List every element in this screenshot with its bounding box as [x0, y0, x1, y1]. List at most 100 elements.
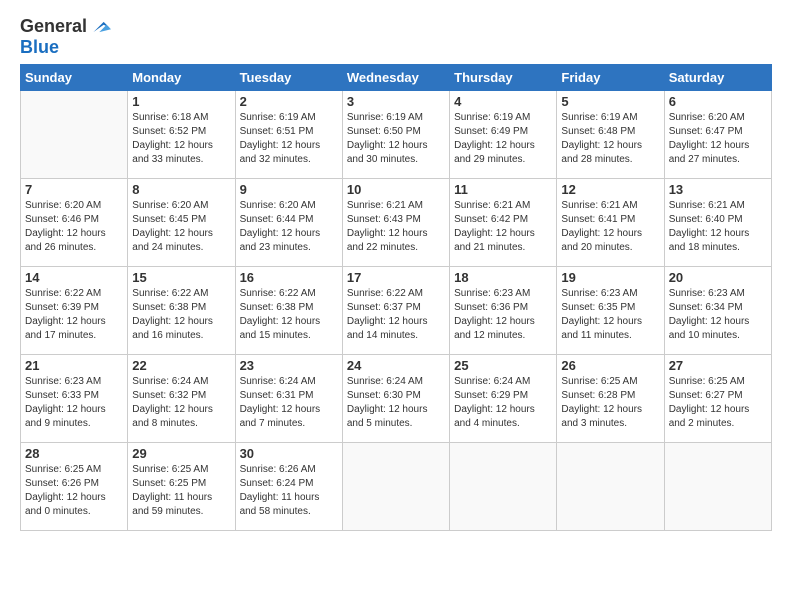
- day-info: Sunrise: 6:21 AM Sunset: 6:41 PM Dayligh…: [561, 199, 659, 255]
- calendar-cell: 4 Sunrise: 6:19 AM Sunset: 6:49 PM Daylig…: [450, 90, 557, 178]
- calendar-cell: [450, 442, 557, 530]
- day-info: Sunrise: 6:19 AM Sunset: 6:48 PM Dayligh…: [561, 111, 659, 167]
- day-info: Sunrise: 6:24 AM Sunset: 6:29 PM Dayligh…: [454, 375, 552, 431]
- calendar-cell: 15 Sunrise: 6:22 AM Sunset: 6:38 PM Dayli…: [128, 266, 235, 354]
- day-number: 7: [25, 182, 123, 197]
- calendar-cell: 20 Sunrise: 6:23 AM Sunset: 6:34 PM Dayli…: [664, 266, 771, 354]
- calendar-cell: 13 Sunrise: 6:21 AM Sunset: 6:40 PM Dayli…: [664, 178, 771, 266]
- day-info: Sunrise: 6:26 AM Sunset: 6:24 PM Dayligh…: [240, 463, 338, 519]
- day-info: Sunrise: 6:21 AM Sunset: 6:40 PM Dayligh…: [669, 199, 767, 255]
- calendar-cell: 12Sunrise: 6:21 AM Sunset: 6:41 PM Dayli…: [557, 178, 664, 266]
- day-number: 16: [240, 270, 338, 285]
- calendar-week-4: 21 Sunrise: 6:23 AM Sunset: 6:33 PM Dayli…: [21, 354, 772, 442]
- day-info: Sunrise: 6:24 AM Sunset: 6:30 PM Dayligh…: [347, 375, 445, 431]
- day-info: Sunrise: 6:24 AM Sunset: 6:32 PM Dayligh…: [132, 375, 230, 431]
- calendar-cell: 9Sunrise: 6:20 AM Sunset: 6:44 PM Daylig…: [235, 178, 342, 266]
- calendar-cell: 22 Sunrise: 6:24 AM Sunset: 6:32 PM Dayli…: [128, 354, 235, 442]
- calendar-cell: 14 Sunrise: 6:22 AM Sunset: 6:39 PM Dayli…: [21, 266, 128, 354]
- day-number: 10: [347, 182, 445, 197]
- calendar-cell: 7 Sunrise: 6:20 AM Sunset: 6:46 PM Daylig…: [21, 178, 128, 266]
- calendar-cell: 11 Sunrise: 6:21 AM Sunset: 6:42 PM Dayli…: [450, 178, 557, 266]
- day-info: Sunrise: 6:19 AM Sunset: 6:51 PM Dayligh…: [240, 111, 338, 167]
- day-info: Sunrise: 6:21 AM Sunset: 6:43 PM Dayligh…: [347, 199, 445, 255]
- logo: General Blue: [20, 16, 111, 58]
- day-number: 21: [25, 358, 123, 373]
- calendar-cell: 30 Sunrise: 6:26 AM Sunset: 6:24 PM Dayli…: [235, 442, 342, 530]
- day-info: Sunrise: 6:23 AM Sunset: 6:33 PM Dayligh…: [25, 375, 123, 431]
- calendar-cell: 25Sunrise: 6:24 AM Sunset: 6:29 PM Dayli…: [450, 354, 557, 442]
- day-info: Sunrise: 6:22 AM Sunset: 6:38 PM Dayligh…: [132, 287, 230, 343]
- calendar-week-3: 14 Sunrise: 6:22 AM Sunset: 6:39 PM Dayli…: [21, 266, 772, 354]
- calendar-cell: 23 Sunrise: 6:24 AM Sunset: 6:31 PM Dayli…: [235, 354, 342, 442]
- calendar-cell: 21 Sunrise: 6:23 AM Sunset: 6:33 PM Dayli…: [21, 354, 128, 442]
- day-number: 5: [561, 94, 659, 109]
- header: General Blue: [20, 16, 772, 58]
- day-number: 9: [240, 182, 338, 197]
- calendar-cell: 5 Sunrise: 6:19 AM Sunset: 6:48 PM Daylig…: [557, 90, 664, 178]
- calendar-cell: 2 Sunrise: 6:19 AM Sunset: 6:51 PM Daylig…: [235, 90, 342, 178]
- day-info: Sunrise: 6:22 AM Sunset: 6:39 PM Dayligh…: [25, 287, 123, 343]
- day-info: Sunrise: 6:19 AM Sunset: 6:49 PM Dayligh…: [454, 111, 552, 167]
- day-number: 4: [454, 94, 552, 109]
- calendar-cell: [664, 442, 771, 530]
- weekday-header-sunday: Sunday: [21, 64, 128, 90]
- day-number: 14: [25, 270, 123, 285]
- weekday-header-wednesday: Wednesday: [342, 64, 449, 90]
- day-info: Sunrise: 6:25 AM Sunset: 6:27 PM Dayligh…: [669, 375, 767, 431]
- day-number: 26: [561, 358, 659, 373]
- calendar-cell: 27 Sunrise: 6:25 AM Sunset: 6:27 PM Dayli…: [664, 354, 771, 442]
- calendar-cell: 26 Sunrise: 6:25 AM Sunset: 6:28 PM Dayli…: [557, 354, 664, 442]
- day-info: Sunrise: 6:25 AM Sunset: 6:28 PM Dayligh…: [561, 375, 659, 431]
- page: General Blue SundayMondayTuesdayWednesda…: [0, 0, 792, 612]
- day-info: Sunrise: 6:19 AM Sunset: 6:50 PM Dayligh…: [347, 111, 445, 167]
- day-info: Sunrise: 6:24 AM Sunset: 6:31 PM Dayligh…: [240, 375, 338, 431]
- calendar-cell: [21, 90, 128, 178]
- day-number: 1: [132, 94, 230, 109]
- calendar-cell: 17 Sunrise: 6:22 AM Sunset: 6:37 PM Dayli…: [342, 266, 449, 354]
- day-number: 23: [240, 358, 338, 373]
- day-number: 28: [25, 446, 123, 461]
- day-info: Sunrise: 6:23 AM Sunset: 6:36 PM Dayligh…: [454, 287, 552, 343]
- weekday-header-monday: Monday: [128, 64, 235, 90]
- weekday-header-saturday: Saturday: [664, 64, 771, 90]
- calendar-cell: 16 Sunrise: 6:22 AM Sunset: 6:38 PM Dayli…: [235, 266, 342, 354]
- day-number: 15: [132, 270, 230, 285]
- day-number: 6: [669, 94, 767, 109]
- day-number: 29: [132, 446, 230, 461]
- day-info: Sunrise: 6:25 AM Sunset: 6:25 PM Dayligh…: [132, 463, 230, 519]
- day-number: 18: [454, 270, 552, 285]
- weekday-header-tuesday: Tuesday: [235, 64, 342, 90]
- day-number: 2: [240, 94, 338, 109]
- calendar-week-5: 28Sunrise: 6:25 AM Sunset: 6:26 PM Dayli…: [21, 442, 772, 530]
- day-number: 8: [132, 182, 230, 197]
- logo-text-general: General: [20, 17, 87, 37]
- day-info: Sunrise: 6:21 AM Sunset: 6:42 PM Dayligh…: [454, 199, 552, 255]
- calendar-table: SundayMondayTuesdayWednesdayThursdayFrid…: [20, 64, 772, 531]
- calendar-week-1: 1 Sunrise: 6:18 AM Sunset: 6:52 PM Daylig…: [21, 90, 772, 178]
- calendar-cell: 18 Sunrise: 6:23 AM Sunset: 6:36 PM Dayli…: [450, 266, 557, 354]
- day-info: Sunrise: 6:20 AM Sunset: 6:45 PM Dayligh…: [132, 199, 230, 255]
- day-info: Sunrise: 6:22 AM Sunset: 6:38 PM Dayligh…: [240, 287, 338, 343]
- calendar-cell: 1 Sunrise: 6:18 AM Sunset: 6:52 PM Daylig…: [128, 90, 235, 178]
- day-number: 13: [669, 182, 767, 197]
- day-info: Sunrise: 6:20 AM Sunset: 6:47 PM Dayligh…: [669, 111, 767, 167]
- calendar-cell: 6 Sunrise: 6:20 AM Sunset: 6:47 PM Daylig…: [664, 90, 771, 178]
- day-info: Sunrise: 6:20 AM Sunset: 6:46 PM Dayligh…: [25, 199, 123, 255]
- calendar-cell: 8 Sunrise: 6:20 AM Sunset: 6:45 PM Daylig…: [128, 178, 235, 266]
- day-number: 11: [454, 182, 552, 197]
- logo-icon: [89, 16, 111, 38]
- calendar-cell: 3 Sunrise: 6:19 AM Sunset: 6:50 PM Daylig…: [342, 90, 449, 178]
- day-info: Sunrise: 6:18 AM Sunset: 6:52 PM Dayligh…: [132, 111, 230, 167]
- weekday-header-row: SundayMondayTuesdayWednesdayThursdayFrid…: [21, 64, 772, 90]
- day-number: 27: [669, 358, 767, 373]
- weekday-header-thursday: Thursday: [450, 64, 557, 90]
- day-info: Sunrise: 6:23 AM Sunset: 6:34 PM Dayligh…: [669, 287, 767, 343]
- day-number: 19: [561, 270, 659, 285]
- day-number: 20: [669, 270, 767, 285]
- logo-text-blue: Blue: [20, 38, 111, 58]
- day-number: 22: [132, 358, 230, 373]
- day-info: Sunrise: 6:22 AM Sunset: 6:37 PM Dayligh…: [347, 287, 445, 343]
- day-number: 3: [347, 94, 445, 109]
- day-number: 17: [347, 270, 445, 285]
- day-number: 30: [240, 446, 338, 461]
